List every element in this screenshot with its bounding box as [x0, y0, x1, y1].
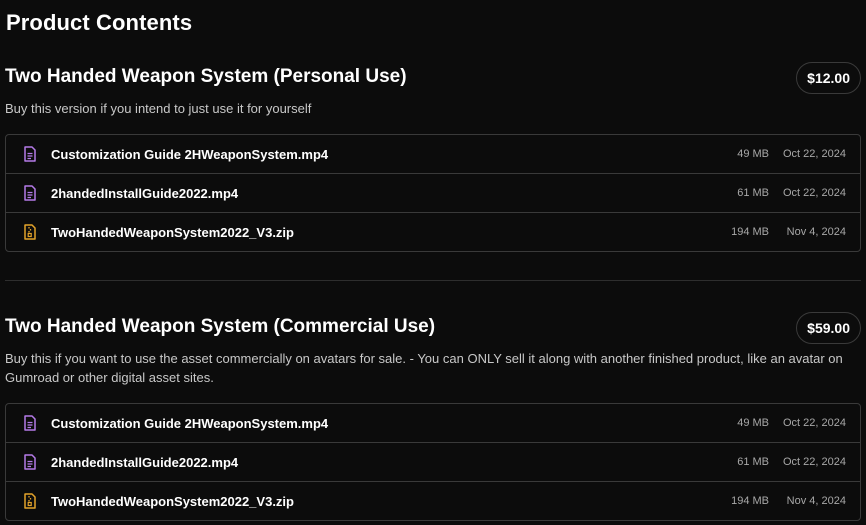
file-size: 49 MB — [737, 148, 769, 160]
file-name: TwoHandedWeaponSystem2022_V3.zip — [51, 224, 294, 240]
document-icon — [24, 415, 36, 431]
file-size: 194 MB — [731, 495, 769, 507]
file-size: 61 MB — [737, 456, 769, 468]
file-name: 2handedInstallGuide2022.mp4 — [51, 454, 239, 470]
price-badge: $59.00 — [796, 312, 861, 344]
section-description: Buy this if you want to use the asset co… — [5, 351, 843, 385]
price-badge: $12.00 — [796, 62, 861, 94]
section-header: Two Handed Weapon System (Commercial Use… — [5, 312, 861, 352]
document-icon — [24, 146, 36, 162]
file-date: Oct 22, 2024 — [783, 148, 846, 160]
file-date: Nov 4, 2024 — [786, 226, 846, 238]
section-header: Two Handed Weapon System (Personal Use) … — [5, 62, 861, 102]
section-title: Two Handed Weapon System (Commercial Use… — [5, 316, 436, 337]
file-size: 49 MB — [737, 417, 769, 429]
file-list: Customization Guide 2HWeaponSystem.mp4 4… — [5, 134, 861, 252]
file-date: Oct 22, 2024 — [783, 187, 846, 199]
file-name: Customization Guide 2HWeaponSystem.mp4 — [51, 415, 329, 431]
file-size: 61 MB — [737, 187, 769, 199]
section-title: Two Handed Weapon System (Personal Use) — [5, 66, 407, 87]
document-icon — [24, 454, 36, 470]
file-row[interactable]: Customization Guide 2HWeaponSystem.mp4 4… — [6, 135, 860, 174]
zip-file-icon — [24, 224, 36, 240]
file-row[interactable]: 2handedInstallGuide2022.mp4 61 MB Oct 22… — [6, 174, 860, 213]
file-date: Oct 22, 2024 — [783, 456, 846, 468]
file-list: Customization Guide 2HWeaponSystem.mp4 4… — [5, 403, 861, 521]
page-title: Product Contents — [6, 10, 193, 35]
section-divider — [5, 280, 861, 281]
file-name: TwoHandedWeaponSystem2022_V3.zip — [51, 493, 294, 509]
section-personal-use: Two Handed Weapon System (Personal Use) … — [5, 62, 861, 252]
file-row[interactable]: TwoHandedWeaponSystem2022_V3.zip 194 MB … — [6, 213, 860, 251]
zip-file-icon — [24, 493, 36, 509]
file-date: Nov 4, 2024 — [786, 495, 846, 507]
file-name: Customization Guide 2HWeaponSystem.mp4 — [51, 146, 329, 162]
file-date: Oct 22, 2024 — [783, 417, 846, 429]
file-row[interactable]: TwoHandedWeaponSystem2022_V3.zip 194 MB … — [6, 482, 860, 520]
document-icon — [24, 185, 36, 201]
file-row[interactable]: Customization Guide 2HWeaponSystem.mp4 4… — [6, 404, 860, 443]
file-name: 2handedInstallGuide2022.mp4 — [51, 185, 239, 201]
file-size: 194 MB — [731, 226, 769, 238]
file-row[interactable]: 2handedInstallGuide2022.mp4 61 MB Oct 22… — [6, 443, 860, 482]
section-commercial-use: Two Handed Weapon System (Commercial Use… — [5, 312, 861, 521]
